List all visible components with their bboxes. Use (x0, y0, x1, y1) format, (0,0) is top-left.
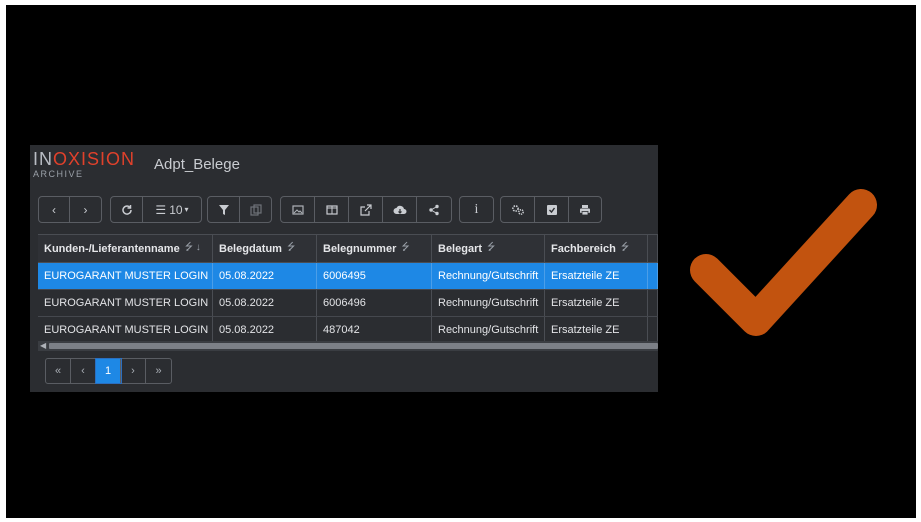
video-frame: INOXISION ARCHIVE Adpt_Belege ‹ › ☰10▾ (6, 5, 916, 518)
logo-text-accent: OXISION (53, 149, 136, 169)
checkbox-button[interactable] (535, 197, 569, 222)
filter-group (207, 196, 272, 223)
documents-table: Kunden-/Lieferantenname ⭍ ↓ Belegdatum ⭍ B… (38, 234, 658, 344)
table-row[interactable]: EUROGARANT MUSTER LOGIN 05.08.2022 60064… (38, 263, 658, 290)
print-button[interactable] (569, 197, 601, 222)
refresh-icon (121, 204, 132, 215)
column-header-truncated[interactable] (648, 235, 658, 262)
copy-button[interactable] (240, 197, 271, 222)
page-size-value: 10 (169, 202, 183, 217)
cell-number: 6006496 (317, 290, 432, 316)
column-label: Kunden-/Lieferantenname (44, 242, 180, 255)
cell-number: 487042 (317, 317, 432, 343)
column-header-name[interactable]: Kunden-/Lieferantenname ⭍ ↓ (38, 235, 213, 262)
cloud-download-icon (393, 205, 406, 214)
cell-name: EUROGARANT MUSTER LOGIN (38, 317, 213, 343)
columns-button[interactable] (315, 197, 349, 222)
chevron-right-icon: › (83, 202, 88, 217)
checkbox-icon (546, 204, 557, 215)
column-header-type[interactable]: Belegart ⭍ (432, 235, 545, 262)
cell-area: Ersatzteile ZE (545, 317, 648, 343)
column-label: Fachbereich (551, 242, 616, 255)
column-label: Belegnummer (323, 242, 397, 255)
columns-icon (325, 204, 338, 215)
cell-truncated (648, 290, 658, 316)
info-group: i (459, 196, 494, 223)
tools-group (500, 196, 602, 223)
table-row[interactable]: EUROGARANT MUSTER LOGIN 05.08.2022 60064… (38, 290, 658, 317)
share-button[interactable] (417, 197, 451, 222)
last-page-button[interactable]: » (146, 359, 171, 383)
nav-group: ‹ › (38, 196, 102, 223)
image-button[interactable] (281, 197, 315, 222)
list-icon: ☰ (155, 202, 167, 217)
first-page-button[interactable]: « (46, 359, 71, 383)
column-label: Belegdatum (219, 242, 282, 255)
cloud-download-button[interactable] (383, 197, 417, 222)
external-link-icon (359, 203, 372, 216)
cell-type: Rechnung/Gutschrift (432, 290, 545, 316)
cell-area: Ersatzteile ZE (545, 290, 648, 316)
pagination: « ‹ 1 › » (45, 358, 172, 384)
scrollbar-thumb[interactable] (49, 343, 658, 349)
filter-icon (218, 204, 229, 215)
cell-type: Rechnung/Gutschrift (432, 263, 545, 289)
info-icon: i (474, 201, 479, 217)
cell-truncated (648, 317, 658, 343)
filter-button[interactable] (208, 197, 240, 222)
sort-icon[interactable]: ⭍ (287, 240, 295, 257)
archive-window: INOXISION ARCHIVE Adpt_Belege ‹ › ☰10▾ (30, 145, 658, 392)
prev-page-button[interactable]: ‹ (71, 359, 96, 383)
cell-date: 05.08.2022 (213, 317, 317, 343)
column-header-area[interactable]: Fachbereich ⭍ (545, 235, 648, 262)
logo-subtitle: ARCHIVE (33, 169, 84, 179)
column-header-date[interactable]: Belegdatum ⭍ (213, 235, 317, 262)
cell-number: 6006495 (317, 263, 432, 289)
scroll-left-icon[interactable]: ◀ (40, 341, 46, 351)
chevron-left-icon: ‹ (52, 202, 56, 217)
cell-date: 05.08.2022 (213, 263, 317, 289)
open-external-button[interactable] (349, 197, 383, 222)
settings-button[interactable] (501, 197, 535, 222)
page-title: Adpt_Belege (154, 156, 240, 173)
view-group: ☰ 10 ▾ (110, 196, 202, 223)
gears-icon (511, 204, 524, 215)
column-label: Belegart (438, 242, 483, 255)
logo-text-pre: IN (33, 149, 53, 169)
sort-icon[interactable]: ⭍ (621, 240, 629, 257)
image-icon (291, 204, 304, 215)
page-1-button[interactable]: 1 (95, 358, 122, 384)
copy-icon (249, 203, 262, 216)
cell-name: EUROGARANT MUSTER LOGIN (38, 263, 213, 289)
page-size-dropdown[interactable]: ☰ 10 ▾ (143, 197, 201, 222)
column-header-number[interactable]: Belegnummer ⭍ (317, 235, 432, 262)
back-button[interactable]: ‹ (39, 197, 70, 222)
print-icon (580, 204, 590, 215)
actions-group (280, 196, 452, 223)
sort-icon[interactable]: ⭍ (401, 240, 409, 257)
refresh-button[interactable] (111, 197, 143, 222)
share-icon (429, 204, 439, 215)
table-header: Kunden-/Lieferantenname ⭍ ↓ Belegdatum ⭍ B… (38, 234, 658, 263)
cell-type: Rechnung/Gutschrift (432, 317, 545, 343)
caret-down-icon: ▾ (184, 205, 189, 214)
table-row[interactable]: EUROGARANT MUSTER LOGIN 05.08.2022 48704… (38, 317, 658, 344)
cell-date: 05.08.2022 (213, 290, 317, 316)
forward-button[interactable]: › (70, 197, 101, 222)
cell-truncated (648, 263, 658, 289)
cell-area: Ersatzteile ZE (545, 263, 648, 289)
next-page-button[interactable]: › (121, 359, 146, 383)
checkmark-icon (690, 189, 877, 336)
cell-name: EUROGARANT MUSTER LOGIN (38, 290, 213, 316)
horizontal-scrollbar[interactable]: ◀ (38, 341, 658, 351)
info-button[interactable]: i (460, 197, 493, 222)
sort-icon[interactable]: ⭍ (487, 240, 495, 257)
sort-icon[interactable]: ⭍ ↓ (185, 240, 201, 257)
inoxision-logo: INOXISION ARCHIVE (33, 150, 135, 180)
